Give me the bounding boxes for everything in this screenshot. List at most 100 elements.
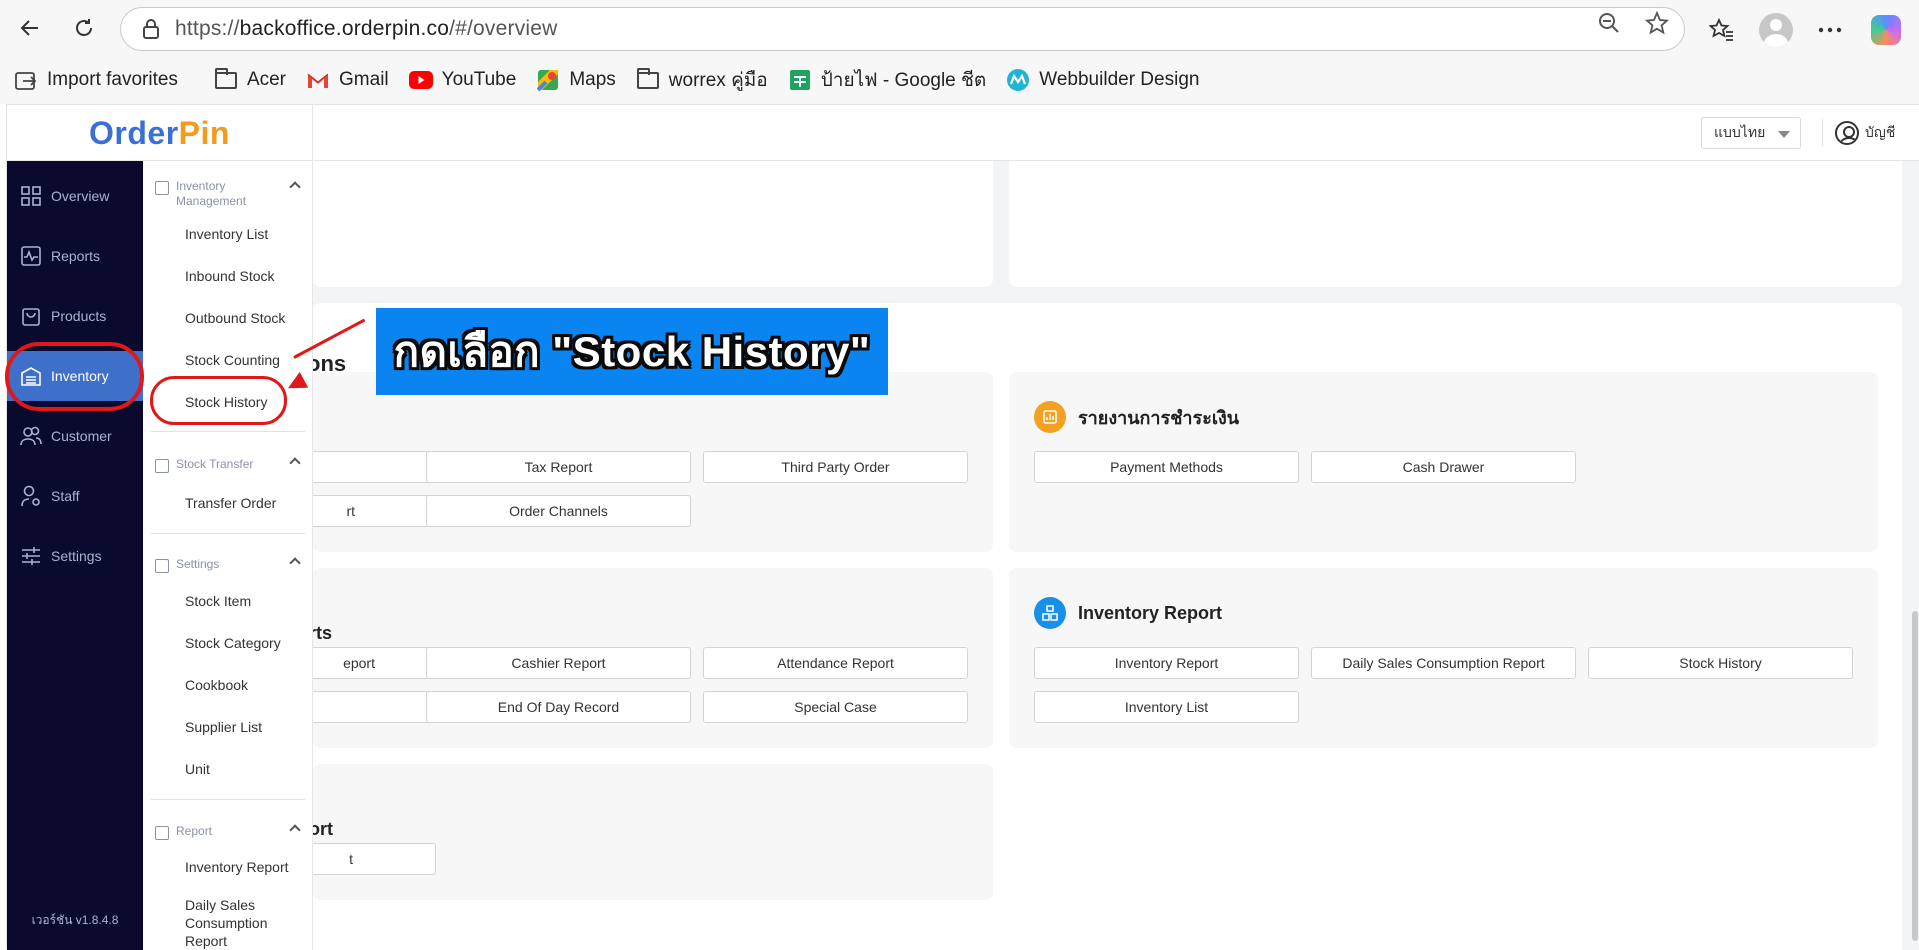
submenu-item-stock-counting[interactable]: Stock Counting [185, 351, 280, 369]
submenu-item-inbound-stock[interactable]: Inbound Stock [185, 267, 275, 285]
group-title: Report [143, 824, 313, 840]
order-channels-button[interactable]: Order Channels [426, 495, 691, 527]
stock-history-button[interactable]: Stock History [1588, 647, 1853, 679]
favorites-icon[interactable] [1702, 10, 1742, 50]
end-of-day-record-button[interactable]: End Of Day Record [426, 691, 691, 723]
sidebar-item-customer[interactable]: Customer [7, 411, 143, 461]
sidebar-label: Staff [51, 488, 80, 504]
bookmarks-bar: Import favorites Acer Gmail YouTube Maps [0, 60, 1919, 100]
payment-methods-button[interactable]: Payment Methods [1034, 451, 1299, 483]
bookmark-label: worrex คู่มือ [668, 70, 768, 91]
import-icon [14, 68, 38, 92]
group-inventory-management[interactable]: Inventory Management [143, 179, 313, 209]
special-case-button[interactable]: Special Case [703, 691, 968, 723]
top-card-right [1009, 161, 1902, 287]
partial-button[interactable] [313, 691, 436, 723]
group-settings[interactable]: Settings [143, 557, 313, 573]
site-info-icon[interactable] [133, 18, 169, 40]
sidebar-item-overview[interactable]: Overview [7, 171, 143, 221]
bookmark-maps[interactable]: Maps [536, 62, 616, 98]
favorite-star-icon[interactable] [1644, 10, 1670, 36]
cash-drawer-button[interactable]: Cash Drawer [1311, 451, 1576, 483]
sidebar-item-products[interactable]: Products [7, 291, 143, 341]
chevron-up-icon [289, 557, 301, 569]
submenu-item-inventory-report[interactable]: Inventory Report [185, 858, 289, 876]
profile-avatar[interactable] [1756, 10, 1796, 50]
logo[interactable]: OrderPin [7, 105, 313, 161]
submenu-item-inventory-list[interactable]: Inventory List [185, 225, 268, 243]
bottom-report-card [313, 764, 993, 900]
caret-down-icon [1778, 131, 1790, 138]
account-label: บัญชี [1865, 124, 1896, 140]
bookmark-sheets[interactable]: ป้ายไฟ - Google ชีต [788, 62, 986, 98]
sidebar-item-settings[interactable]: Settings [7, 531, 143, 581]
users-icon [20, 425, 42, 447]
gmail-icon [306, 68, 330, 92]
inventory-card-title: Inventory Report [1078, 602, 1223, 623]
more-menu-icon[interactable] [1810, 10, 1850, 50]
submenu-item-stock-category[interactable]: Stock Category [185, 634, 281, 652]
highlight-ring-inventory [5, 342, 144, 411]
top-card-left [313, 161, 993, 287]
partial-report-button[interactable]: eport [313, 647, 436, 679]
divider [151, 431, 305, 432]
bookmark-label: Webbuilder Design [1039, 69, 1200, 90]
bottom-card-title: ort [313, 819, 333, 839]
sidebar-item-staff[interactable]: Staff [7, 471, 143, 521]
bookmark-label: Import favorites [47, 69, 178, 90]
sidebar-label: Reports [51, 248, 101, 264]
submenu-item-unit[interactable]: Unit [185, 760, 210, 778]
partial-report-button[interactable]: t [313, 843, 436, 875]
zoom-out-icon[interactable] [1596, 10, 1622, 36]
submenu-item-supplier-list[interactable]: Supplier List [185, 718, 262, 736]
tax-report-button[interactable]: Tax Report [426, 451, 691, 483]
inventory-submenu: Inventory Management Inventory List Inbou… [143, 161, 313, 950]
partial-report-button[interactable]: rt [313, 495, 436, 527]
submenu-item-transfer-order[interactable]: Transfer Order [185, 494, 276, 512]
payment-card-header: รายงานการชำระเงิน [1034, 401, 1239, 433]
daily-sales-consumption-report-button[interactable]: Daily Sales Consumption Report [1311, 647, 1576, 679]
app-header: OrderPin แบบไทย บัญชี [7, 105, 1919, 161]
bookmark-label: Gmail [339, 69, 389, 90]
submenu-item-outbound-stock[interactable]: Outbound Stock [185, 309, 285, 327]
inventory-list-button[interactable]: Inventory List [1034, 691, 1299, 723]
cashier-report-button[interactable]: Cashier Report [426, 647, 691, 679]
sidebar-label: Products [51, 308, 107, 324]
third-party-order-button[interactable]: Third Party Order [703, 451, 968, 483]
submenu-item-stock-item[interactable]: Stock Item [185, 592, 251, 610]
back-icon[interactable] [10, 8, 50, 48]
staff-card-title: rts [313, 623, 333, 643]
pulse-icon [20, 245, 42, 267]
submenu-item-cookbook[interactable]: Cookbook [185, 676, 248, 694]
group-stock-transfer[interactable]: Stock Transfer [143, 457, 313, 473]
bookmark-youtube[interactable]: YouTube [408, 62, 516, 98]
account-button[interactable]: บัญชี [1835, 117, 1895, 149]
chevron-up-icon [289, 457, 301, 469]
sidebar-item-reports[interactable]: Reports [7, 231, 143, 281]
payment-card-title: รายงานการชำระเงิน [1078, 407, 1240, 428]
inventory-report-button[interactable]: Inventory Report [1034, 647, 1299, 679]
logo-text-order: Order [89, 114, 179, 151]
group-title: Stock Transfer [143, 457, 313, 473]
webbuilder-icon [1006, 68, 1030, 92]
copilot-icon[interactable] [1866, 10, 1906, 50]
bookmark-worrex[interactable]: worrex คู่มือ [636, 62, 768, 98]
bag-icon [20, 305, 42, 327]
refresh-icon[interactable] [64, 8, 104, 48]
bookmark-import-favorites[interactable]: Import favorites [14, 62, 178, 98]
maps-icon [536, 68, 560, 92]
submenu-item-daily-sales-consumption-report[interactable]: Daily Sales Consumption Report [185, 896, 268, 950]
bookmark-webbuilder[interactable]: Webbuilder Design [1006, 62, 1199, 98]
version-label: เวอร์ชัน v1.8.4.8 [31, 913, 119, 927]
scrollbar-thumb[interactable] [1912, 611, 1918, 941]
language-select[interactable]: แบบไทย [1701, 117, 1801, 149]
boxes-icon [1034, 597, 1066, 629]
attendance-report-button[interactable]: Attendance Report [703, 647, 968, 679]
transfer-icon [155, 459, 169, 473]
bookmark-gmail[interactable]: Gmail [306, 62, 389, 98]
address-bar[interactable]: https://backoffice.orderpin.co/#/overvie… [120, 7, 1685, 51]
report-button[interactable] [313, 451, 436, 483]
bookmark-acer[interactable]: Acer [214, 62, 286, 98]
browser-chrome: https://backoffice.orderpin.co/#/overvie… [0, 0, 1919, 104]
group-report[interactable]: Report [143, 824, 313, 840]
